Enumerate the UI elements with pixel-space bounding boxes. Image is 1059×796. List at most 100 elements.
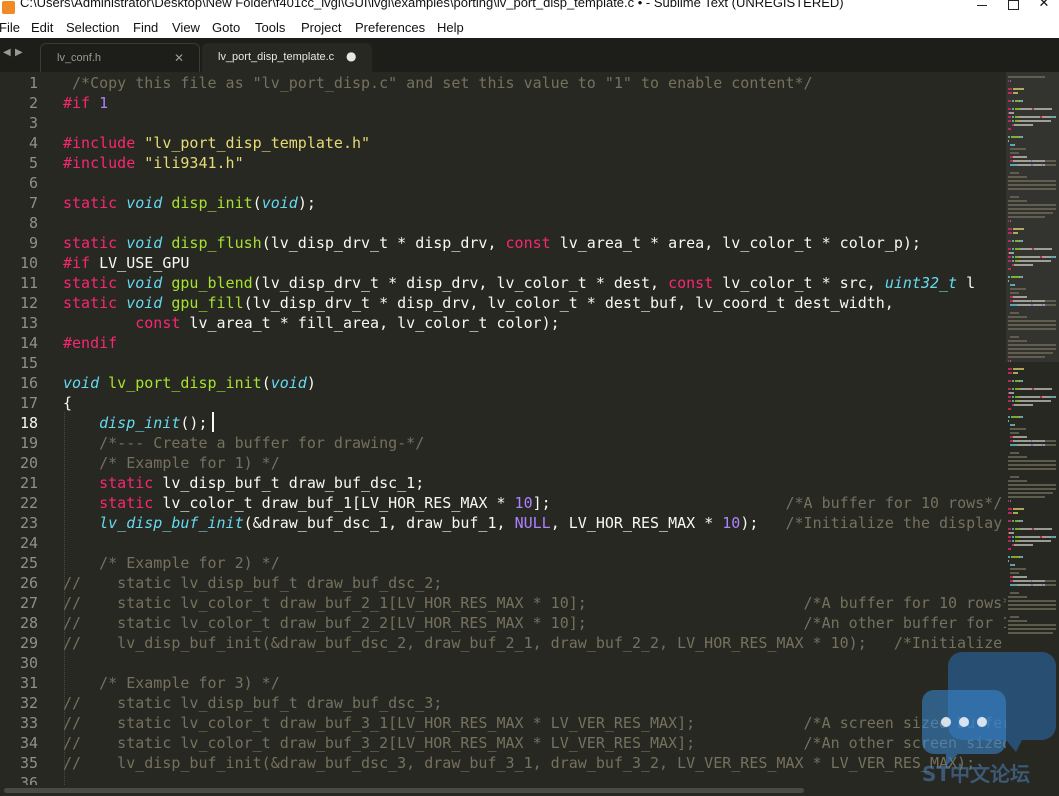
code-line[interactable]: // static lv_disp_buf_t draw_buf_dsc_3; (63, 693, 442, 713)
code-line[interactable]: static void disp_flush(lv_disp_drv_t * d… (63, 233, 921, 253)
minimap-stroke (1012, 380, 1014, 382)
maximize-icon[interactable] (1000, 0, 1028, 12)
code-line[interactable]: #if 1 (63, 93, 108, 113)
minimap-stroke (1008, 420, 1009, 422)
code-token: (); (180, 414, 208, 432)
minimap-stroke (1022, 136, 1023, 138)
code-token: ( (252, 194, 262, 212)
minimap-stroke (1013, 160, 1031, 162)
code-line[interactable]: #include "lv_port_disp_template.h" (63, 133, 370, 153)
code-line[interactable]: lv_disp_buf_init(&draw_buf_dsc_1, draw_b… (63, 513, 1006, 533)
menu-find[interactable]: Find (133, 20, 158, 35)
minimap-stroke (1009, 252, 1014, 254)
code-token: disp_init (171, 194, 253, 212)
horizontal-scrollbar[interactable] (0, 785, 1059, 796)
code-line[interactable]: static lv_color_t draw_buf_1[LV_HOR_RES_… (63, 493, 1002, 513)
menu-tools[interactable]: Tools (255, 20, 285, 35)
menu-selection[interactable]: Selection (66, 20, 119, 35)
line-number: 8 (28, 214, 38, 232)
minimap-stroke (1032, 580, 1045, 582)
tab-lv-port-disp-template[interactable]: lv_port_disp_template.c ● (202, 43, 372, 72)
code-editor[interactable]: 1 2 3 4 5 6 7 8 9 10 11 12 13 14 15 16 17 18 19 20 21 22 23 24 2… (0, 72, 1006, 785)
minimap-stroke (1010, 572, 1019, 574)
code-line[interactable]: /* Example for 3) */ (63, 673, 280, 693)
tab-label: lv_port_disp_template.c (218, 51, 335, 63)
menu-edit[interactable]: Edit (31, 20, 53, 35)
code-line[interactable]: #if LV_USE_GPU (63, 253, 189, 273)
minimap-stroke (1008, 556, 1010, 558)
menu-bar: File Edit Selection Find View Goto Tools… (0, 16, 1059, 38)
menu-preferences[interactable]: Preferences (355, 20, 425, 35)
menu-view[interactable]: View (172, 20, 200, 35)
minimap-stroke (1020, 388, 1032, 390)
tab-next-icon[interactable]: ▶ (15, 47, 23, 58)
title-bar: C:\Users\Administrator\Desktop\New Folde… (0, 0, 1059, 16)
minimap-stroke (1017, 164, 1031, 166)
code-line[interactable]: // static lv_color_t draw_buf_3_1[LV_HOR… (63, 713, 1006, 733)
code-line[interactable]: { (63, 393, 72, 413)
code-line[interactable]: // static lv_color_t draw_buf_2_1[LV_HOR… (63, 593, 1006, 613)
code-line[interactable]: // static lv_disp_buf_t draw_buf_dsc_2; (63, 573, 442, 593)
minimap-stroke (1008, 488, 1056, 490)
menu-project[interactable]: Project (301, 20, 341, 35)
code-line[interactable]: /*--- Create a buffer for drawing-*/ (63, 433, 424, 453)
code-token: lv_color_t * src, (713, 274, 885, 292)
code-token: (lv_disp_drv_t * disp_drv, lv_color_t * … (252, 274, 669, 292)
menu-help[interactable]: Help (437, 20, 464, 35)
menu-file[interactable]: File (0, 20, 20, 35)
minimap-stroke (1008, 200, 1027, 202)
minimap-stroke (1014, 284, 1015, 286)
minimap-stroke (1012, 100, 1014, 102)
minimap-stroke (1010, 196, 1019, 198)
code-line[interactable]: /* Example for 1) */ (63, 453, 280, 473)
tab-lv-conf[interactable]: lv_conf.h ✕ (40, 43, 200, 72)
minimap-stroke (1008, 348, 1056, 350)
minimap-stroke (1033, 584, 1042, 586)
code-token: lv_disp_buf_t draw_buf_dsc_1; (153, 474, 425, 492)
code-line[interactable]: /* Example for 2) */ (63, 553, 280, 573)
minimap-stroke (1008, 628, 1056, 630)
close-window-icon[interactable]: ✕ (1030, 0, 1058, 12)
tab-prev-icon[interactable]: ◀ (3, 47, 11, 58)
code-line[interactable]: // lv_disp_buf_init(&draw_buf_dsc_2, dra… (63, 633, 1006, 653)
horizontal-scrollbar-thumb[interactable] (4, 788, 804, 793)
code-token: static (99, 474, 154, 492)
code-line[interactable]: // static lv_color_t draw_buf_3_2[LV_HOR… (63, 733, 1006, 753)
minimap-stroke (1012, 400, 1014, 402)
code-line[interactable]: #include "ili9341.h" (63, 153, 244, 173)
minimap-stroke (1019, 400, 1051, 402)
code-line[interactable]: static void disp_init(void); (63, 193, 316, 213)
menu-goto[interactable]: Goto (212, 20, 240, 35)
code-line[interactable]: const lv_area_t * fill_area, lv_color_t … (63, 313, 559, 333)
minimap-stroke (1008, 120, 1011, 122)
code-line[interactable]: void lv_port_disp_init(void) (63, 373, 316, 393)
tab-close-icon[interactable]: ✕ (174, 51, 184, 65)
code-line[interactable]: disp_init(); (63, 413, 208, 433)
minimap-stroke (1008, 560, 1009, 562)
code-area[interactable]: /*Copy this file as "lv_port_disp.c" and… (63, 72, 1006, 785)
minimap[interactable] (1006, 72, 1059, 785)
minimap-stroke (1008, 116, 1011, 118)
minimap-stroke (1013, 156, 1027, 158)
tab-modified-dot-icon[interactable]: ● (346, 49, 356, 63)
code-token: ]; (532, 494, 786, 512)
code-token: // static lv_color_t draw_buf_3_1[LV_HOR… (63, 714, 1006, 732)
minimap-stroke (1008, 624, 1056, 626)
code-line[interactable]: static lv_disp_buf_t draw_buf_dsc_1; (63, 473, 424, 493)
code-line[interactable]: // static lv_color_t draw_buf_2_2[LV_HOR… (63, 613, 1006, 633)
code-line[interactable]: // lv_disp_buf_init(&draw_buf_dsc_3, dra… (63, 753, 975, 773)
code-line[interactable]: static void gpu_blend(lv_disp_drv_t * di… (63, 273, 975, 293)
line-number: 27 (19, 594, 38, 612)
minimap-stroke (1008, 620, 1027, 622)
line-number: 11 (19, 274, 38, 292)
minimize-icon[interactable] (968, 0, 996, 12)
code-line[interactable]: /*Copy this file as "lv_port_disp.c" and… (63, 73, 813, 93)
minimap-stroke (1008, 500, 1009, 502)
code-line[interactable]: static void gpu_fill(lv_disp_drv_t * dis… (63, 293, 894, 313)
minimap-stroke (1034, 108, 1052, 110)
code-token: const (505, 234, 551, 252)
code-token: void (126, 294, 163, 312)
code-line[interactable]: #endif (63, 333, 117, 353)
line-number: 7 (28, 194, 38, 212)
minimap-stroke (1008, 316, 1027, 318)
